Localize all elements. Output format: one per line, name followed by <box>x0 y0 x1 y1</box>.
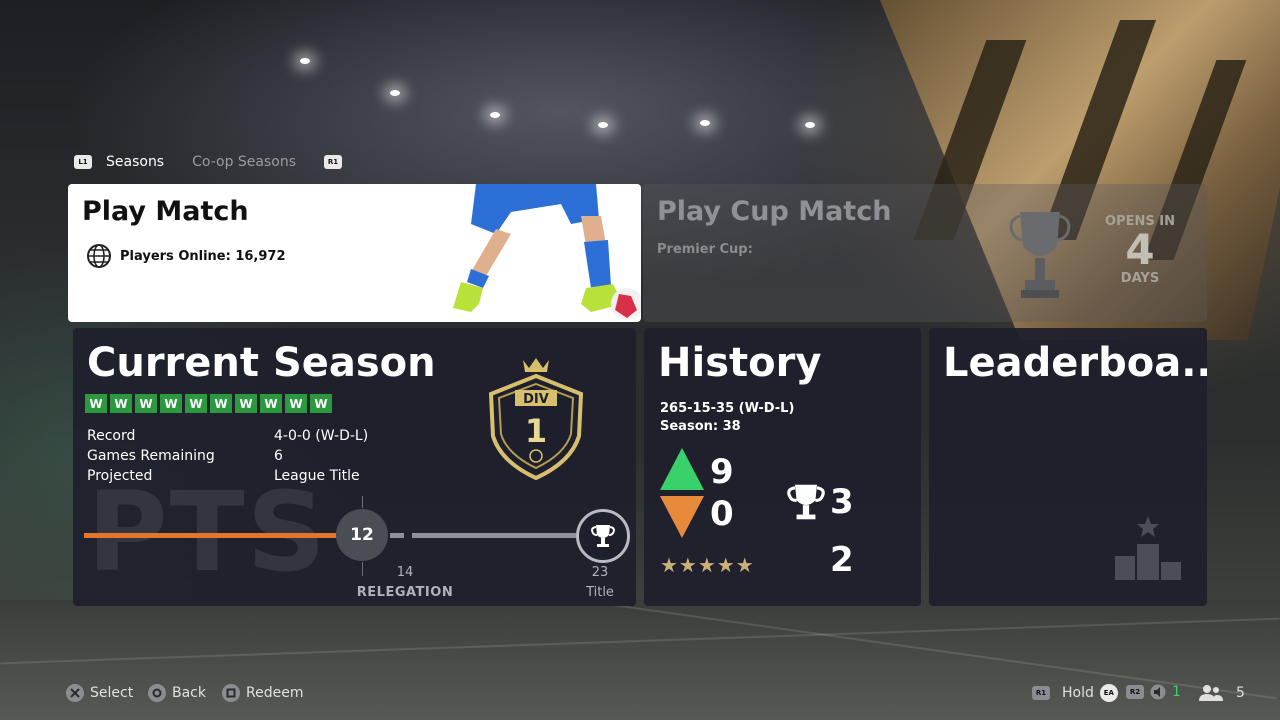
star-rating: ★★★★★ <box>660 553 755 577</box>
cup-match-title: Play Cup Match <box>657 196 892 227</box>
titles-trophy-icon <box>787 484 825 520</box>
stat-value: 4-0-0 (W-D-L) <box>274 428 369 444</box>
back-control[interactable]: Back <box>148 684 206 702</box>
play-match-card[interactable]: Play Match Players Online: 16,972 <box>68 184 641 322</box>
promotions-count: 9 <box>710 452 734 492</box>
relegation-arrow-icon <box>660 496 704 538</box>
result-badge: W <box>260 394 282 413</box>
recent-results: W W W W W W W W W W <box>85 394 332 413</box>
mode-tabs: L1 Seasons Co-op Seasons R1 <box>74 150 343 174</box>
seasons-played: Season: 38 <box>660 419 741 434</box>
trophy-icon <box>591 525 615 547</box>
relegation-threshold: 14 <box>396 565 414 580</box>
play-cup-match-card[interactable]: Play Cup Match Premier Cup: OPENS IN 4 D… <box>643 184 1207 322</box>
points-track <box>412 533 576 538</box>
current-points-marker: 12 <box>336 509 388 561</box>
players-online: Players Online: 16,972 <box>86 243 286 269</box>
current-season-title: Current Season <box>87 340 436 386</box>
players-online-text: Players Online: 16,972 <box>120 248 286 264</box>
promotion-arrow-icon <box>660 448 704 490</box>
l1-button-icon[interactable]: L1 <box>74 155 92 169</box>
division-badge: DIV 1 <box>488 358 584 481</box>
tab-seasons[interactable]: Seasons <box>106 154 164 170</box>
leaderboard-title: Leaderboa... <box>943 340 1207 386</box>
result-badge: W <box>210 394 232 413</box>
voice-control[interactable]: R2 1 <box>1126 684 1181 700</box>
current-tick <box>362 562 363 576</box>
title-label: Title <box>586 585 614 600</box>
division-badge-label: DIV <box>523 392 549 407</box>
stat-row: Record 4-0-0 (W-D-L) <box>87 426 368 446</box>
titles-count: 3 <box>830 482 854 522</box>
relegations-count: 0 <box>710 494 734 534</box>
result-badge: W <box>135 394 157 413</box>
history-title: History <box>658 340 822 386</box>
back-label: Back <box>172 685 206 701</box>
ea-logo-icon: EA <box>1099 684 1118 702</box>
redeem-control[interactable]: Redeem <box>222 684 303 702</box>
result-badge: W <box>235 394 257 413</box>
select-label: Select <box>90 685 134 701</box>
result-badge: W <box>160 394 182 413</box>
result-badge: W <box>310 394 332 413</box>
cup-trophy-icon <box>1009 212 1071 298</box>
hold-control[interactable]: R1 Hold EA <box>1032 684 1118 702</box>
title-threshold: 23 <box>591 565 609 580</box>
stat-label: Games Remaining <box>87 448 215 464</box>
circle-button-icon <box>148 684 166 702</box>
r1-button-icon: R1 <box>1032 686 1050 700</box>
hold-label: Hold <box>1062 685 1094 701</box>
opens-in-value: 4 <box>1125 225 1155 274</box>
result-badge: W <box>285 394 307 413</box>
stat-label: Record <box>87 428 136 444</box>
square-button-icon <box>222 684 240 702</box>
select-control[interactable]: Select <box>66 684 133 702</box>
current-tick <box>362 496 363 508</box>
r1-button-icon[interactable]: R1 <box>324 155 343 169</box>
second-stat-count: 2 <box>830 540 854 580</box>
points-track <box>390 533 404 538</box>
opens-in-unit: DAYS <box>1120 271 1160 286</box>
friends-icon <box>1199 685 1223 701</box>
play-match-title: Play Match <box>82 196 249 227</box>
points-watermark: PTS <box>87 468 328 596</box>
podium-icon <box>1115 516 1181 580</box>
result-badge: W <box>110 394 132 413</box>
result-badge: W <box>85 394 107 413</box>
controls-bar: Select Back Redeem R1 Hold EA R2 1 5 <box>0 682 1280 708</box>
title-target-marker <box>576 509 630 563</box>
all-time-record: 265-15-35 (W-D-L) <box>660 401 795 416</box>
stat-row: Games Remaining 6 <box>87 446 368 466</box>
player-image <box>453 184 641 320</box>
relegation-label: RELEGATION <box>356 585 454 600</box>
history-card[interactable]: History 265-15-35 (W-D-L) Season: 38 9 0… <box>644 328 921 606</box>
speaker-icon <box>1150 684 1166 700</box>
voice-count: 1 <box>1172 684 1181 700</box>
stat-value: 6 <box>274 448 283 464</box>
friends-count: 5 <box>1236 685 1245 701</box>
friends-control[interactable]: 5 <box>1198 684 1245 702</box>
current-season-card[interactable]: Current Season W W W W W W W W W W Recor… <box>73 328 636 606</box>
tab-coop-seasons[interactable]: Co-op Seasons <box>192 154 296 170</box>
cross-button-icon <box>66 684 84 702</box>
leaderboard-card[interactable]: Leaderboa... <box>929 328 1207 606</box>
points-progress-bar <box>84 533 338 538</box>
cup-name: Premier Cup: <box>657 242 753 257</box>
result-badge: W <box>185 394 207 413</box>
history-record: 265-15-35 (W-D-L) Season: 38 <box>660 400 794 436</box>
redeem-label: Redeem <box>246 685 304 701</box>
r2-button-icon: R2 <box>1126 685 1144 699</box>
division-number: 1 <box>525 412 547 450</box>
opens-in: OPENS IN 4 DAYS <box>1095 214 1185 286</box>
globe-icon <box>87 244 111 268</box>
